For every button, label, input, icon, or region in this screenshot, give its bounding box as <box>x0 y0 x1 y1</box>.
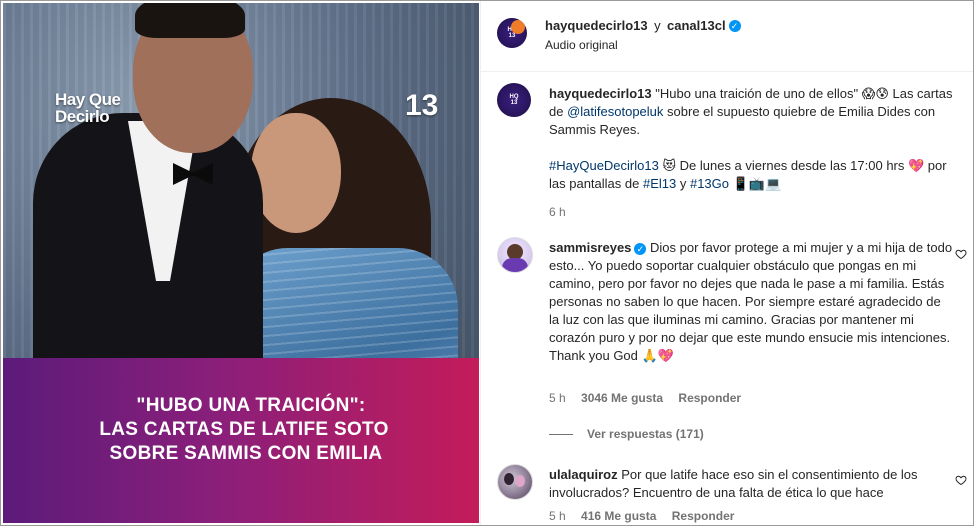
audio-label[interactable]: Audio original <box>545 38 618 52</box>
comment-reply-button[interactable]: Responder <box>672 509 735 523</box>
author-avatar[interactable]: HQ13 <box>497 18 527 48</box>
caption-author[interactable]: hayquedecirlo13 <box>549 86 652 101</box>
header-names: hayquedecirlo13 y canal13cl ✓ <box>545 17 741 35</box>
view-replies-button[interactable]: Ver respuestas (171) <box>549 427 704 441</box>
hashtag-13go[interactable]: #13Go <box>690 176 729 191</box>
like-heart-icon[interactable] <box>955 248 967 260</box>
commenter2-avatar[interactable] <box>497 464 533 500</box>
headline-line2: LAS CARTAS DE LATIFE SOTO <box>99 419 389 440</box>
author-joiner: y <box>654 18 661 33</box>
replies-line <box>549 434 573 436</box>
headline-line1: "HUBO UNA TRAICIÓN": <box>136 395 366 416</box>
comment-likes[interactable]: 416 Me gusta <box>581 509 656 523</box>
comment-meta: 5 h 416 Me gusta Responder <box>549 509 734 523</box>
show-logo-line2: Decirlo <box>55 107 110 126</box>
commenter2-shape-a <box>504 473 514 485</box>
post-window: Hay Que Decirlo 13 "HUBO UNA TRAICIÓN": … <box>0 0 974 526</box>
man-hair-shape <box>135 3 245 38</box>
caption-gap <box>549 139 954 157</box>
comment-time[interactable]: 5 h <box>549 509 566 523</box>
show-logo-line1: Hay Que <box>55 90 121 109</box>
like-heart-icon[interactable] <box>955 474 967 486</box>
headline-text: "HUBO UNA TRAICIÓN": LAS CARTAS DE LATIF… <box>3 394 479 466</box>
caption-avatar[interactable]: HQ 13 <box>497 83 531 117</box>
comment-likes[interactable]: 3046 Me gusta <box>581 391 663 405</box>
story-ring-icon <box>511 20 525 34</box>
view-replies-label: Ver respuestas (171) <box>587 427 704 441</box>
headline-line3: SOBRE SAMMIS CON EMILIA <box>109 443 383 464</box>
verified-badge-icon: ✓ <box>728 19 741 32</box>
hashtag-el13[interactable]: #El13 <box>643 176 676 191</box>
comment-time[interactable]: 5 h <box>549 391 566 405</box>
post-header: HQ13 hayquedecirlo13 y canal13cl✓ Audio … <box>481 1 973 72</box>
channel-logo: 13 <box>405 89 439 122</box>
caption-joiner: y <box>679 176 687 191</box>
commenter-avatar[interactable] <box>497 237 533 273</box>
comment-reply-button[interactable]: Responder <box>678 391 741 405</box>
post-side-panel: HQ13 hayquedecirlo13 y canal13cl✓ Audio … <box>480 1 973 525</box>
headline-band: "HUBO UNA TRAICIÓN": LAS CARTAS DE LATIF… <box>3 358 479 523</box>
comment-text: Dios por favor protege a mi mujer y a mi… <box>549 240 953 363</box>
author-name[interactable]: hayquedecirlo13 <box>545 18 648 33</box>
woman-face-shape <box>251 113 341 233</box>
caption: hayquedecirlo13 "Hubo una traición de un… <box>549 85 954 221</box>
comment-author[interactable]: sammisreyes <box>549 240 631 255</box>
mention-link[interactable]: @latifesotopeluk <box>567 104 663 119</box>
comment-item: sammisreyes ✓ Dios por favor protege a mi… <box>549 239 954 365</box>
caption-avatar-label: HQ 13 <box>509 94 519 106</box>
coauthor-name[interactable]: canal13cl <box>667 18 726 33</box>
verified-badge-icon: ✓ <box>634 242 647 255</box>
commenter-body-shape <box>502 258 528 272</box>
caption-text4: 📱📺💻 <box>732 176 782 191</box>
comment-meta: 5 h 3046 Me gusta Responder <box>549 391 741 405</box>
comment-item: ulalaquiroz Por que latife hace eso sin … <box>549 466 954 502</box>
post-media-image[interactable]: Hay Que Decirlo 13 "HUBO UNA TRAICIÓN": … <box>3 3 479 523</box>
comment-author[interactable]: ulalaquiroz <box>549 467 618 482</box>
caption-time[interactable]: 6 h <box>549 203 954 221</box>
hashtag-hayquedecirlo[interactable]: #HayQueDecirlo13 <box>549 158 659 173</box>
show-logo: Hay Que Decirlo <box>55 90 121 126</box>
commenter2-shape-b <box>515 475 525 487</box>
